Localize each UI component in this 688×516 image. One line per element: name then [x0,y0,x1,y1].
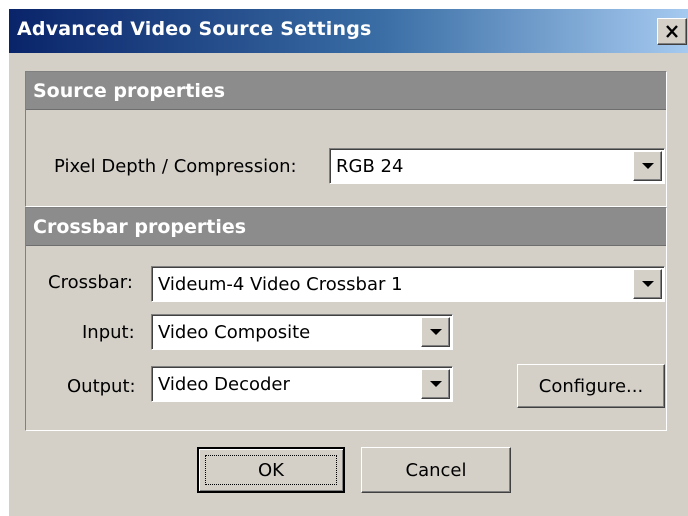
source-properties-panel: Source properties Pixel Depth / Compress… [25,71,667,207]
crossbar-select[interactable]: Videum-4 Video Crossbar 1 [151,266,665,302]
crossbar-properties-header: Crossbar properties [26,208,666,246]
output-dropdown-button[interactable] [421,369,450,399]
chevron-down-icon [641,281,654,287]
pixel-depth-label: Pixel Depth / Compression: [54,156,297,177]
source-properties-title: Source properties [33,80,226,102]
configure-button-label: Configure... [538,375,644,397]
input-select[interactable]: Video Composite [151,314,453,350]
source-properties-header: Source properties [26,72,666,110]
chevron-down-icon [429,329,442,335]
ok-button[interactable]: OK [197,447,345,493]
close-icon [666,25,678,38]
title-bar: Advanced Video Source Settings [9,9,688,53]
pixel-depth-value: RGB 24 [336,156,404,177]
chevron-down-icon [429,381,442,387]
input-label: Input: [82,322,135,343]
crossbar-dropdown-button[interactable] [633,269,662,299]
input-value: Video Composite [158,322,311,343]
output-value: Video Decoder [158,374,290,395]
pixel-depth-dropdown-button[interactable] [633,151,662,181]
crossbar-properties-title: Crossbar properties [33,216,247,238]
crossbar-properties-panel: Crossbar properties Crossbar: Videum-4 V… [25,207,667,431]
crossbar-value: Videum-4 Video Crossbar 1 [158,274,403,295]
cancel-button-label: Cancel [405,459,467,481]
configure-button[interactable]: Configure... [517,364,665,408]
focus-ring [205,455,337,485]
close-button[interactable] [657,18,687,45]
chevron-down-icon [641,163,654,169]
cancel-button[interactable]: Cancel [361,447,511,493]
crossbar-label: Crossbar: [48,272,133,293]
advanced-video-source-settings-dialog: Advanced Video Source Settings Source pr… [8,8,688,516]
window-title: Advanced Video Source Settings [17,18,372,40]
output-select[interactable]: Video Decoder [151,366,453,402]
pixel-depth-select[interactable]: RGB 24 [329,148,665,184]
output-label: Output: [67,376,136,397]
input-dropdown-button[interactable] [421,317,450,347]
